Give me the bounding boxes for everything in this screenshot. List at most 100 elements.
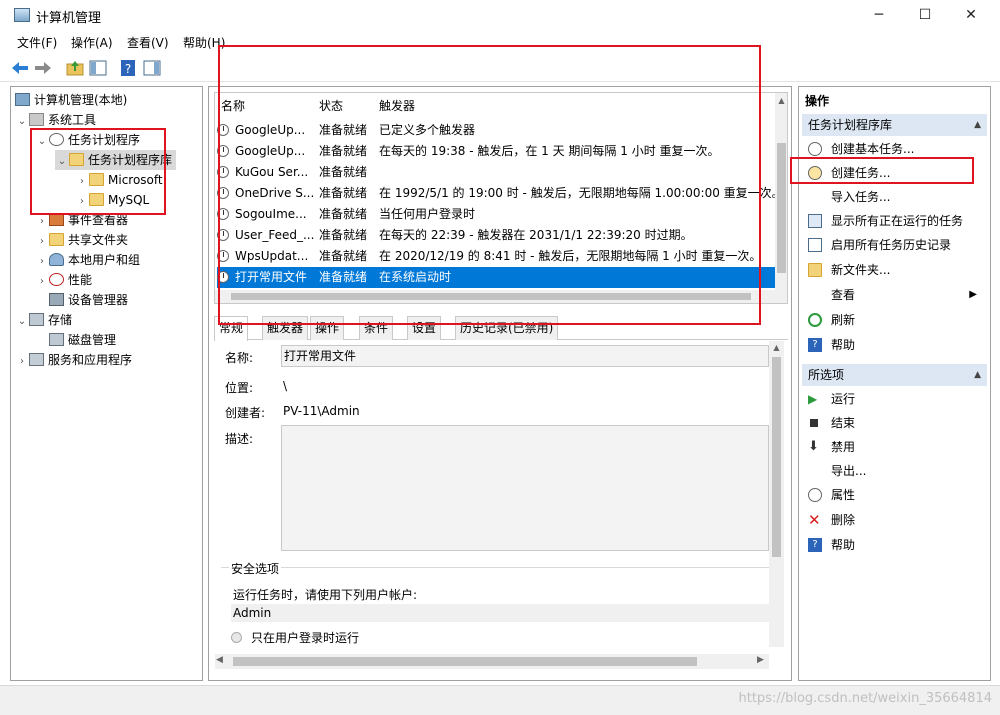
maximize-button[interactable]: ☐ bbox=[902, 0, 948, 30]
description-label: 描述: bbox=[225, 432, 254, 446]
status-bar: https://blog.csdn.net/weixin_35664814 bbox=[0, 685, 1000, 715]
disk-icon bbox=[49, 333, 64, 346]
scroll-thumb[interactable] bbox=[777, 143, 786, 273]
submenu-arrow-icon: ▶ bbox=[969, 289, 977, 300]
computer-icon bbox=[15, 93, 30, 106]
chevron-right-icon[interactable]: › bbox=[35, 232, 49, 252]
performance-icon bbox=[49, 273, 64, 286]
tree-item-root[interactable]: 计算机管理(本地) bbox=[15, 90, 127, 110]
action-run[interactable]: ▶ 运行 bbox=[799, 387, 987, 411]
new-folder-icon bbox=[808, 263, 822, 277]
refresh-icon bbox=[808, 313, 822, 327]
computer-management-icon bbox=[14, 8, 30, 22]
basic-task-icon bbox=[808, 142, 822, 156]
scroll-thumb[interactable] bbox=[772, 357, 781, 557]
radio-only-logged-on[interactable] bbox=[231, 632, 242, 643]
show-hide-tree-icon[interactable] bbox=[88, 58, 108, 78]
section-selected-item[interactable]: 所选项 ▲ bbox=[802, 364, 987, 386]
location-value: \ bbox=[283, 379, 288, 393]
tree-item-shared-folders[interactable]: › 共享文件夹 bbox=[35, 230, 128, 250]
svg-text:?: ? bbox=[125, 62, 131, 76]
hscroll-thumb[interactable] bbox=[233, 657, 697, 666]
shared-folder-icon bbox=[49, 233, 64, 246]
menu-action[interactable]: 操作(A) bbox=[71, 34, 113, 51]
action-view[interactable]: 查看 ▶ bbox=[799, 283, 987, 307]
chevron-right-icon[interactable]: › bbox=[35, 212, 49, 232]
scroll-right-icon[interactable]: ▶ bbox=[757, 655, 764, 665]
action-delete[interactable]: ✕ 删除 bbox=[799, 508, 987, 532]
action-refresh[interactable]: 刷新 bbox=[799, 308, 987, 332]
running-tasks-icon bbox=[808, 214, 822, 228]
section-task-library[interactable]: 任务计划程序库 ▲ bbox=[802, 114, 987, 136]
author-value: PV-11\Admin bbox=[283, 404, 360, 418]
stop-icon bbox=[810, 419, 818, 427]
help-icon: ? bbox=[808, 338, 822, 352]
account-field[interactable]: Admin bbox=[231, 604, 769, 622]
properties-icon bbox=[808, 488, 822, 502]
minimize-button[interactable]: ─ bbox=[856, 0, 902, 30]
tree-item-system-tools[interactable]: ⌄ 系统工具 bbox=[15, 110, 96, 130]
run-as-text: 运行任务时，请使用下列用户帐户: bbox=[233, 588, 418, 602]
help-icon[interactable]: ? bbox=[118, 58, 138, 78]
annotation-box-create-task bbox=[790, 157, 974, 184]
security-options-group: 安全选项 运行任务时，请使用下列用户帐户: Admin 只在用户登录时运行 bbox=[221, 560, 771, 663]
menu-file[interactable]: 文件(F) bbox=[17, 34, 57, 51]
delete-x-icon: ✕ bbox=[808, 511, 821, 529]
watermark-text: https://blog.csdn.net/weixin_35664814 bbox=[738, 691, 992, 706]
collapse-up-icon[interactable]: ▲ bbox=[974, 114, 981, 136]
title-bar: 计算机管理 ─ ☐ ✕ bbox=[0, 0, 1000, 30]
device-manager-icon bbox=[49, 293, 64, 306]
users-icon bbox=[49, 253, 64, 266]
show-hide-action-pane-icon[interactable] bbox=[142, 58, 162, 78]
tree-item-services-apps[interactable]: › 服务和应用程序 bbox=[15, 350, 132, 370]
chevron-down-icon[interactable]: ⌄ bbox=[15, 112, 29, 132]
task-list-scrollbar[interactable]: ▲ bbox=[775, 93, 787, 303]
action-export[interactable]: 导出... bbox=[799, 459, 987, 483]
tree-item-device-manager[interactable]: 设备管理器 bbox=[35, 290, 128, 310]
tree-item-storage[interactable]: ⌄ 存储 bbox=[15, 310, 72, 330]
back-arrow-icon[interactable] bbox=[10, 58, 30, 78]
detail-hscrollbar[interactable]: ◀ ▶ bbox=[215, 654, 769, 669]
action-properties[interactable]: 属性 bbox=[799, 483, 987, 507]
action-end[interactable]: 结束 bbox=[799, 411, 987, 435]
tree-item-disk-management[interactable]: 磁盘管理 bbox=[35, 330, 116, 350]
detail-scrollbar[interactable]: ▲ bbox=[769, 341, 784, 647]
window-title: 计算机管理 bbox=[36, 11, 102, 26]
up-folder-icon[interactable] bbox=[65, 58, 85, 78]
chevron-right-icon[interactable]: › bbox=[35, 252, 49, 272]
action-import-task[interactable]: 导入任务... bbox=[799, 185, 987, 209]
security-options-title: 安全选项 bbox=[229, 560, 282, 577]
history-icon bbox=[808, 238, 822, 252]
storage-icon bbox=[29, 313, 44, 326]
menu-view[interactable]: 查看(V) bbox=[127, 34, 169, 51]
chevron-right-icon[interactable]: › bbox=[15, 352, 29, 372]
scroll-up-icon[interactable]: ▲ bbox=[775, 96, 787, 105]
collapse-up-icon[interactable]: ▲ bbox=[974, 364, 981, 386]
close-button[interactable]: ✕ bbox=[948, 0, 994, 30]
name-field[interactable]: 打开常用文件 bbox=[281, 345, 769, 367]
actions-header: 操作 bbox=[805, 94, 830, 108]
forward-arrow-icon[interactable] bbox=[33, 58, 53, 78]
play-icon: ▶ bbox=[808, 392, 818, 406]
tree-item-local-users[interactable]: › 本地用户和组 bbox=[35, 250, 140, 270]
scroll-left-icon[interactable]: ◀ bbox=[216, 655, 223, 665]
action-show-running-tasks[interactable]: 显示所有正在运行的任务 bbox=[799, 209, 987, 233]
location-label: 位置: bbox=[225, 381, 254, 395]
tools-icon bbox=[29, 113, 44, 126]
chevron-down-icon[interactable]: ⌄ bbox=[15, 312, 29, 332]
action-help[interactable]: ? 帮助 bbox=[799, 333, 987, 357]
name-label: 名称: bbox=[225, 351, 254, 365]
scroll-up-icon[interactable]: ▲ bbox=[769, 343, 784, 352]
services-icon bbox=[29, 353, 44, 366]
action-enable-history[interactable]: 启用所有任务历史记录 bbox=[799, 233, 987, 257]
action-new-folder[interactable]: 新文件夹... bbox=[799, 258, 987, 282]
only-logged-on-label: 只在用户登录时运行 bbox=[251, 631, 360, 645]
annotation-box-task-list bbox=[218, 45, 761, 325]
annotation-box-task-tree bbox=[30, 128, 166, 215]
author-label: 创建者: bbox=[225, 406, 266, 420]
description-field[interactable] bbox=[281, 425, 769, 551]
action-help-selected[interactable]: ? 帮助 bbox=[799, 533, 987, 557]
chevron-right-icon[interactable]: › bbox=[35, 272, 49, 292]
tree-item-performance[interactable]: › 性能 bbox=[35, 270, 92, 290]
action-disable[interactable]: ⬇ 禁用 bbox=[799, 435, 987, 459]
